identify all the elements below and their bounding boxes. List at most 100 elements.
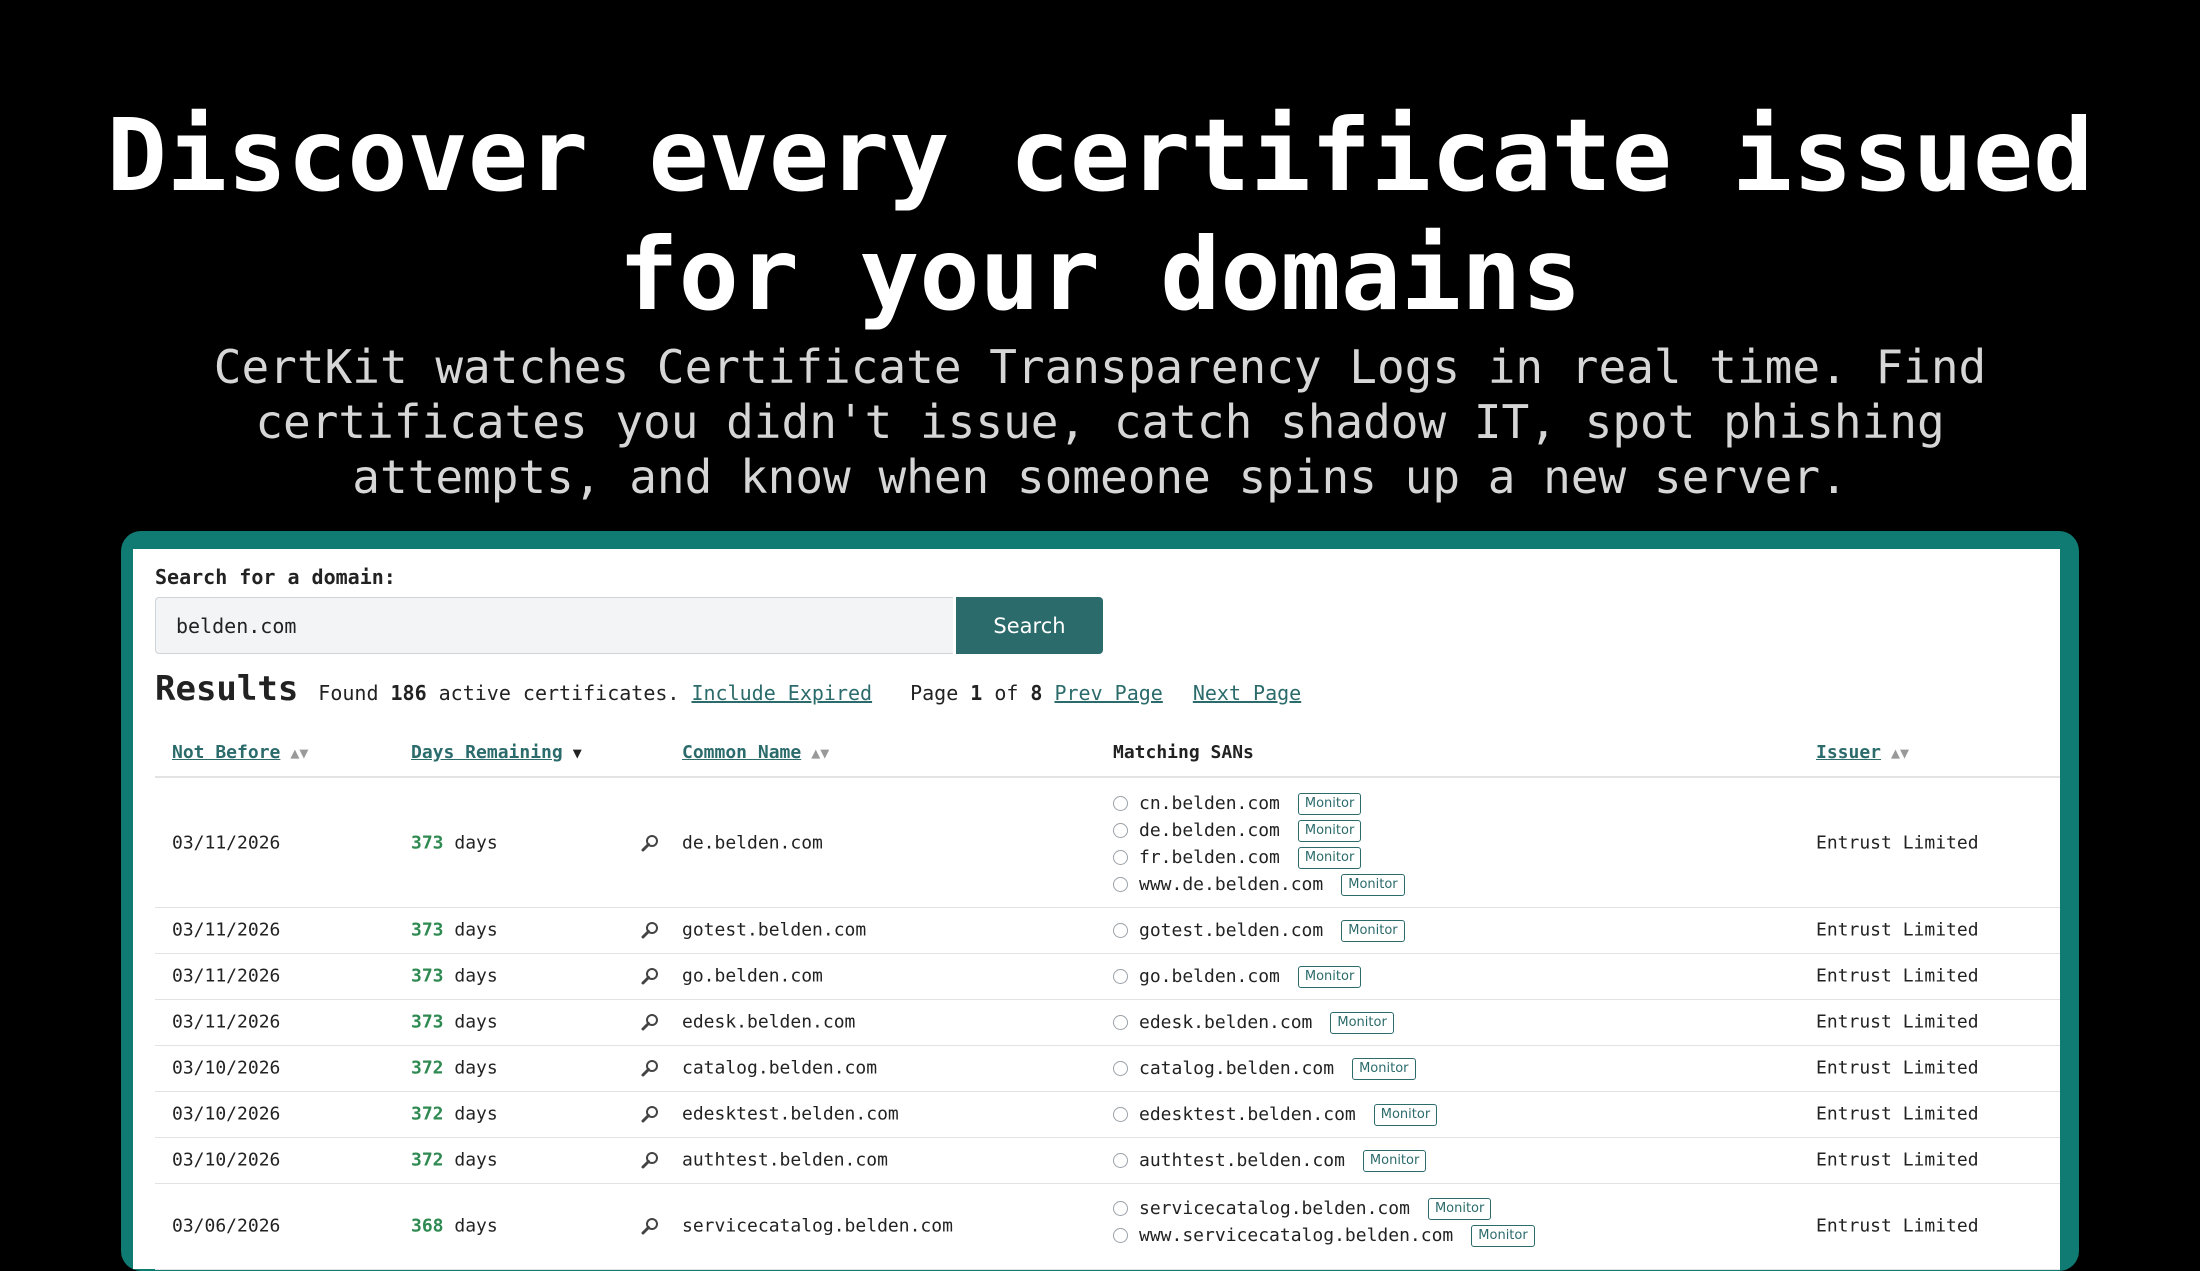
san-select-radio[interactable]: [1113, 877, 1128, 892]
san-entry: servicecatalog.belden.com Monitor: [1113, 1195, 1492, 1222]
magnifier-icon[interactable]: [640, 1012, 660, 1032]
search-label: Search for a domain:: [155, 565, 396, 589]
monitor-button[interactable]: Monitor: [1330, 1011, 1394, 1034]
san-entry: fr.belden.com Monitor: [1113, 844, 1362, 871]
header-common-name: Common Name ▲▼: [682, 742, 829, 763]
sort-icon: ▲▼: [290, 744, 309, 762]
days-remaining-value: 372: [411, 1057, 444, 1079]
monitor-button[interactable]: Monitor: [1297, 819, 1362, 842]
days-remaining-value: 368: [411, 1215, 444, 1237]
san-entry: gotest.belden.com Monitor: [1113, 917, 1405, 944]
days-unit: days: [454, 1103, 498, 1125]
include-expired-link[interactable]: Include Expired: [691, 681, 872, 705]
magnifier-icon[interactable]: [640, 1150, 660, 1170]
monitor-button[interactable]: Monitor: [1352, 1057, 1416, 1080]
days-remaining: 373 days: [411, 832, 498, 853]
san-entry: edesk.belden.com Monitor: [1113, 1009, 1394, 1036]
results-title: Results: [155, 669, 299, 709]
monitor-button[interactable]: Monitor: [1297, 792, 1362, 815]
issuer: Entrust Limited: [1816, 832, 1979, 853]
days-remaining: 373 days: [411, 1012, 498, 1033]
days-remaining: 372 days: [411, 1058, 498, 1079]
page-of-label: of: [994, 681, 1019, 705]
sort-days-remaining-link[interactable]: Days Remaining: [411, 742, 563, 763]
issuer: Entrust Limited: [1816, 1011, 1979, 1033]
san-name: edesktest.belden.com: [1139, 1104, 1356, 1125]
common-name: authtest.belden.com: [682, 1149, 888, 1171]
monitor-button[interactable]: Monitor: [1341, 919, 1405, 942]
san-name: servicecatalog.belden.com: [1139, 1198, 1410, 1219]
san-select-radio[interactable]: [1113, 850, 1128, 865]
header-not-before: Not Before ▲▼: [172, 742, 308, 763]
sort-icon: ▲▼: [811, 744, 830, 762]
sort-issuer-link[interactable]: Issuer: [1816, 742, 1881, 763]
hero-subtitle-line-3: attempts, and know when someone spins up…: [352, 450, 1848, 504]
monitor-button[interactable]: Monitor: [1297, 965, 1362, 988]
issuer: Entrust Limited: [1816, 1149, 1979, 1171]
not-before-date: 03/10/2026: [172, 1103, 281, 1125]
results-found-suffix: active certificates.: [438, 681, 680, 705]
issuer: Entrust Limited: [1816, 919, 1979, 941]
magnifier-icon[interactable]: [640, 966, 660, 986]
san-select-radio[interactable]: [1113, 1153, 1128, 1168]
san-select-radio[interactable]: [1113, 796, 1128, 811]
search-button[interactable]: Search: [956, 597, 1103, 654]
sort-not-before-link[interactable]: Not Before: [172, 742, 280, 763]
san-entry: catalog.belden.com Monitor: [1113, 1055, 1416, 1082]
common-name: edesk.belden.com: [682, 1011, 856, 1033]
hero-subtitle-line-1: CertKit watches Certificate Transparency…: [213, 340, 1987, 394]
days-unit: days: [454, 1057, 498, 1079]
days-remaining-value: 373: [411, 965, 444, 987]
issuer: Entrust Limited: [1816, 1103, 1979, 1125]
san-entry: de.belden.com Monitor: [1113, 817, 1362, 844]
days-unit: days: [454, 1149, 498, 1171]
magnifier-icon[interactable]: [640, 1058, 660, 1078]
san-name: edesk.belden.com: [1139, 1012, 1313, 1033]
monitor-button[interactable]: Monitor: [1427, 1197, 1492, 1220]
header-matching-sans: Matching SANs: [1113, 742, 1254, 763]
days-remaining-value: 373: [411, 832, 444, 853]
san-name: go.belden.com: [1139, 966, 1280, 987]
search-input[interactable]: [155, 597, 953, 654]
not-before-date: 03/10/2026: [172, 1149, 281, 1171]
header-days-remaining: Days Remaining ▼: [411, 742, 582, 763]
san-select-radio[interactable]: [1113, 1201, 1128, 1216]
san-select-radio[interactable]: [1113, 1061, 1128, 1076]
days-remaining: 373 days: [411, 966, 498, 987]
monitor-button[interactable]: Monitor: [1341, 873, 1405, 896]
not-before-date: 03/11/2026: [172, 1011, 281, 1033]
san-name: authtest.belden.com: [1139, 1150, 1345, 1171]
san-entry: www.de.belden.com Monitor: [1113, 871, 1405, 898]
magnifier-icon[interactable]: [640, 1216, 660, 1236]
hero-title: Discover every certificate issued for yo…: [0, 96, 2200, 334]
san-select-radio[interactable]: [1113, 1228, 1128, 1243]
prev-page-link[interactable]: Prev Page: [1054, 681, 1162, 705]
san-select-radio[interactable]: [1113, 923, 1128, 938]
sort-common-name-link[interactable]: Common Name: [682, 742, 801, 763]
monitor-button[interactable]: Monitor: [1471, 1224, 1535, 1247]
results-count: 186: [390, 681, 427, 705]
issuer: Entrust Limited: [1816, 965, 1979, 987]
san-select-radio[interactable]: [1113, 969, 1128, 984]
days-unit: days: [454, 919, 498, 941]
magnifier-icon[interactable]: [640, 920, 660, 940]
common-name: go.belden.com: [682, 965, 823, 987]
san-entry: www.servicecatalog.belden.com Monitor: [1113, 1222, 1535, 1249]
san-select-radio[interactable]: [1113, 1107, 1128, 1122]
issuer: Entrust Limited: [1816, 1215, 1979, 1237]
san-entry: cn.belden.com Monitor: [1113, 790, 1362, 817]
results-bar: Results Found 186 active certificates. I…: [155, 669, 1301, 719]
page-current: 1: [970, 681, 983, 705]
common-name: catalog.belden.com: [682, 1057, 878, 1079]
days-unit: days: [454, 965, 498, 987]
magnifier-icon[interactable]: [640, 1104, 660, 1124]
magnifier-icon[interactable]: [640, 833, 660, 853]
monitor-button[interactable]: Monitor: [1297, 846, 1362, 869]
monitor-button[interactable]: Monitor: [1362, 1149, 1427, 1172]
san-select-radio[interactable]: [1113, 1015, 1128, 1030]
monitor-button[interactable]: Monitor: [1373, 1103, 1438, 1126]
san-select-radio[interactable]: [1113, 823, 1128, 838]
next-page-link[interactable]: Next Page: [1193, 681, 1301, 705]
page-label: Page: [910, 681, 959, 705]
days-remaining-value: 372: [411, 1103, 444, 1125]
